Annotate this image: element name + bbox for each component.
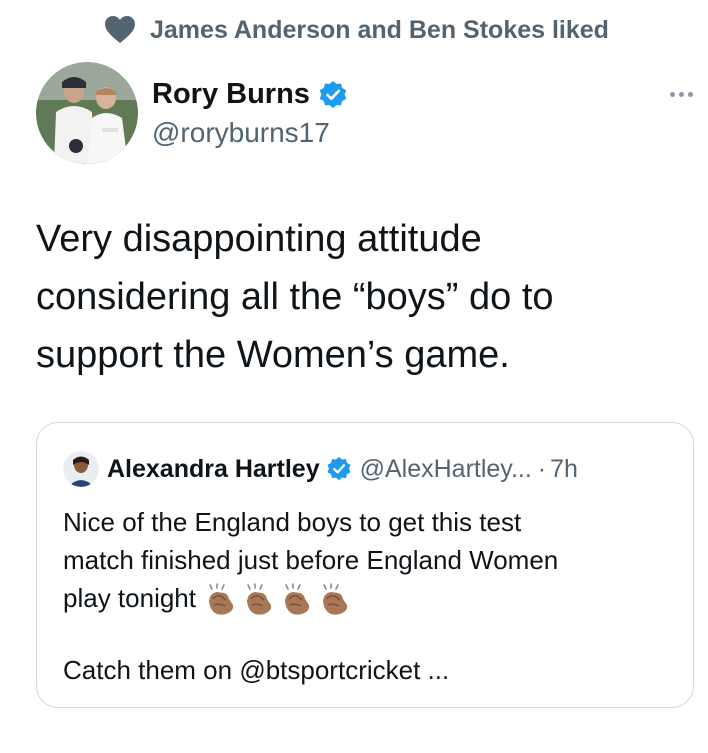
clapping-emoji-group xyxy=(204,583,352,617)
social-context-text: James Anderson and Ben Stokes liked xyxy=(150,15,609,44)
separator-dot: · xyxy=(537,454,547,483)
clapping-hands-icon xyxy=(284,583,310,615)
quoted-tweet-text: Nice of the England boys to get this tes… xyxy=(63,503,683,617)
tweet-text: Very disappointing attitude considering … xyxy=(36,210,676,384)
quoted-author-handle[interactable]: @AlexHartley... xyxy=(360,455,532,484)
quoted-tweet-time[interactable]: 7h xyxy=(550,455,578,484)
quoted-text-line: play tonight xyxy=(63,583,196,613)
clapping-hands-icon xyxy=(246,583,272,615)
author-name[interactable]: Rory Burns xyxy=(152,78,310,111)
verified-badge-icon xyxy=(327,456,351,481)
avatar[interactable] xyxy=(36,62,138,164)
tweet-text-line: Very disappointing attitude xyxy=(36,218,482,260)
clapping-hands-icon xyxy=(322,583,348,615)
quoted-tweet-footer: Catch them on @btsportcricket ... xyxy=(63,655,450,685)
quoted-text-line: Nice of the England boys to get this tes… xyxy=(63,507,522,537)
tweet-text-line: considering all the “boys” do to xyxy=(36,276,554,318)
more-options-button[interactable] xyxy=(664,84,698,104)
quoted-text-line-with-emoji: play tonight xyxy=(63,579,683,617)
more-icon-dot xyxy=(687,91,693,97)
quoted-text-line: match finished just before England Women xyxy=(63,545,559,575)
clapping-hands-icon xyxy=(208,583,234,615)
more-icon-dot xyxy=(678,91,684,97)
social-context[interactable]: James Anderson and Ben Stokes liked xyxy=(104,12,609,48)
quoted-author-name[interactable]: Alexandra Hartley xyxy=(107,455,320,484)
tweet-text-line: support the Women’s game. xyxy=(36,334,510,376)
more-icon xyxy=(669,91,675,97)
author-handle[interactable]: @roryburns17 xyxy=(152,117,330,149)
verified-badge-icon xyxy=(319,80,347,108)
quoted-tweet-header: Alexandra Hartley @AlexHartley... · 7h xyxy=(63,451,578,487)
heart-icon xyxy=(105,16,135,43)
author-name-row[interactable]: Rory Burns xyxy=(152,78,348,111)
quoted-author-avatar[interactable] xyxy=(63,451,99,487)
quoted-tweet-card[interactable]: Alexandra Hartley @AlexHartley... · 7h N… xyxy=(36,422,694,708)
